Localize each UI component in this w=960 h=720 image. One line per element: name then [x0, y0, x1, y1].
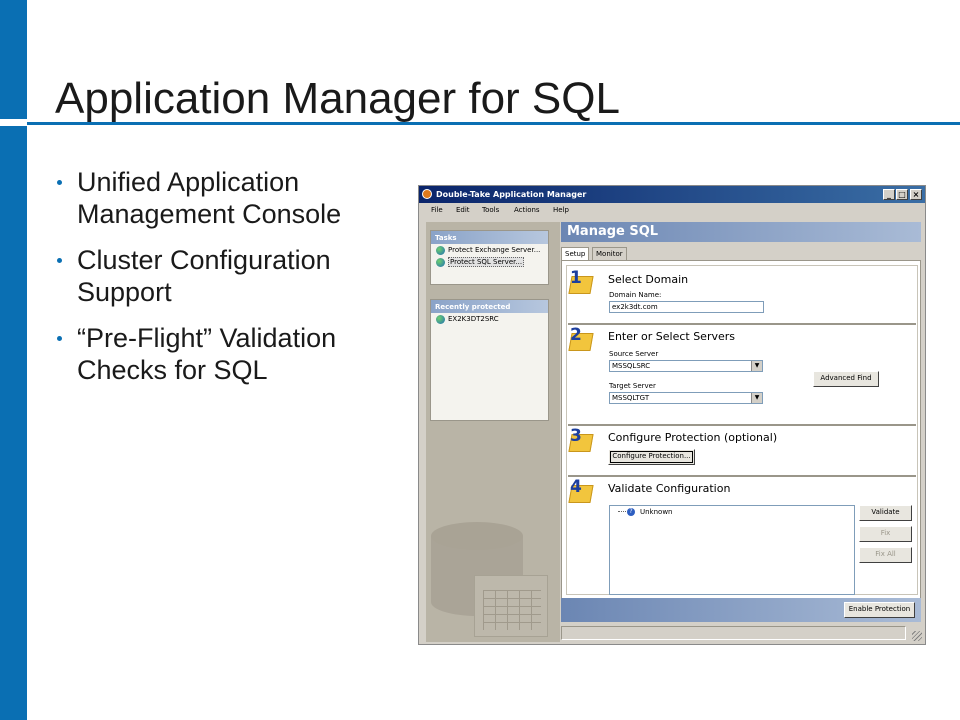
tab-setup[interactable]: Setup	[561, 247, 590, 261]
step-validate-configuration: 4 Validate Configuration ? Unknown Valid…	[568, 475, 916, 599]
recent-item[interactable]: EX2K3DT2SRC	[431, 313, 548, 325]
domain-label: Domain Name:	[609, 291, 662, 299]
window-title: Double-Take Application Manager	[436, 190, 587, 199]
step-divider	[568, 475, 916, 477]
dropdown-arrow-icon[interactable]: ▼	[751, 393, 762, 403]
bullet-item: “Pre-Flight” Validation Checks for SQL	[55, 322, 400, 386]
main-header: Manage SQL	[561, 222, 921, 242]
bullet-item: Cluster Configuration Support	[55, 244, 400, 308]
maximize-button[interactable]: □	[896, 189, 908, 200]
step-select-domain: 1 Select Domain Domain Name: ex2k3dt.com	[568, 268, 916, 320]
tab-monitor[interactable]: Monitor	[592, 247, 627, 260]
advanced-find-button[interactable]: Advanced Find	[813, 371, 879, 387]
window-titlebar[interactable]: Double-Take Application Manager _ □ ×	[419, 186, 925, 203]
status-bar	[561, 626, 906, 640]
menu-file[interactable]: File	[431, 206, 443, 214]
step-title: Validate Configuration	[608, 482, 731, 495]
step-number: 3	[570, 426, 582, 446]
app-logo-icon	[422, 189, 432, 199]
slide-accent-notch	[0, 119, 27, 126]
table-watermark-grid	[483, 590, 541, 630]
validation-results-list[interactable]: ? Unknown	[609, 505, 855, 595]
step-number-badge: 1	[568, 268, 596, 296]
close-button[interactable]: ×	[910, 189, 922, 200]
target-server-select[interactable]: MSSQLTGT ▼	[609, 392, 763, 404]
recent-panel: Recently protected EX2K3DT2SRC	[430, 299, 549, 421]
sidebar: Tasks Protect Exchange Server... Protect…	[426, 222, 560, 642]
action-bar: Enable Protection	[561, 598, 921, 622]
main-panel: Manage SQL Setup Monitor 1 Select Domain…	[561, 222, 924, 627]
bullet-text: “Pre-Flight” Validation Checks for SQL	[77, 323, 337, 385]
step-title: Select Domain	[608, 273, 689, 286]
setup-content: 1 Select Domain Domain Name: ex2k3dt.com…	[561, 260, 921, 601]
source-server-value: MSSQLSRC	[612, 362, 651, 370]
minimize-button[interactable]: _	[883, 189, 895, 200]
step-number-badge: 4	[568, 477, 596, 505]
menu-tools[interactable]: Tools	[482, 206, 499, 214]
target-server-value: MSSQLTGT	[612, 394, 650, 402]
task-label: Protect Exchange Server...	[448, 246, 541, 254]
recent-item-label: EX2K3DT2SRC	[448, 315, 499, 323]
tree-connector	[618, 511, 626, 512]
step-configure-protection: 3 Configure Protection (optional) Config…	[568, 424, 916, 474]
bullet-text: Cluster Configuration Support	[77, 245, 331, 307]
slide-left-accent-bar	[0, 0, 27, 720]
slide-title: Application Manager for SQL	[55, 74, 620, 123]
step-number-badge: 3	[568, 426, 596, 454]
step-divider	[568, 323, 916, 325]
domain-input[interactable]: ex2k3dt.com	[609, 301, 764, 313]
menu-help[interactable]: Help	[553, 206, 569, 214]
menu-actions[interactable]: Actions	[514, 206, 540, 214]
source-server-select[interactable]: MSSQLSRC ▼	[609, 360, 763, 372]
globe-icon	[436, 246, 445, 255]
resize-grip-icon[interactable]	[912, 631, 922, 641]
step-number: 2	[570, 325, 582, 345]
step-number: 4	[570, 477, 582, 497]
globe-icon	[436, 315, 445, 324]
table-watermark-icon	[474, 575, 548, 637]
fix-button[interactable]: Fix	[859, 526, 912, 542]
dropdown-arrow-icon[interactable]: ▼	[751, 361, 762, 371]
bullet-item: Unified Application Management Console	[55, 166, 400, 230]
menu-bar: File Edit Tools Actions Help	[419, 203, 925, 218]
tasks-panel: Tasks Protect Exchange Server... Protect…	[430, 230, 549, 285]
recent-header: Recently protected	[431, 300, 548, 313]
menu-edit[interactable]: Edit	[456, 206, 470, 214]
database-watermark-top	[431, 522, 523, 550]
step-title: Enter or Select Servers	[608, 330, 736, 343]
step-title: Configure Protection (optional)	[608, 431, 778, 444]
step-select-servers: 2 Enter or Select Servers Source Server …	[568, 323, 916, 419]
source-server-label: Source Server	[609, 350, 659, 358]
bullet-dot	[57, 258, 62, 263]
bullet-dot	[57, 180, 62, 185]
fix-all-button[interactable]: Fix All	[859, 547, 912, 563]
bullet-text: Unified Application Management Console	[77, 167, 342, 229]
task-label: Protect SQL Server...	[448, 257, 525, 267]
configure-protection-button[interactable]: Configure Protection...	[608, 449, 695, 465]
bullet-dot	[57, 336, 62, 341]
enable-protection-button[interactable]: Enable Protection	[844, 602, 915, 618]
question-icon: ?	[627, 508, 635, 516]
tasks-header: Tasks	[431, 231, 548, 244]
globe-icon	[436, 258, 445, 267]
bullet-list: Unified Application Management Console C…	[55, 166, 400, 400]
task-protect-exchange[interactable]: Protect Exchange Server...	[431, 244, 548, 256]
step-number: 1	[570, 268, 582, 288]
target-server-label: Target Server	[609, 382, 656, 390]
validation-result: Unknown	[640, 508, 673, 516]
step-number-badge: 2	[568, 325, 596, 353]
app-window: Double-Take Application Manager _ □ × Fi…	[418, 185, 926, 645]
task-protect-sql[interactable]: Protect SQL Server...	[431, 256, 548, 268]
validate-button[interactable]: Validate	[859, 505, 912, 521]
step-divider	[568, 424, 916, 426]
